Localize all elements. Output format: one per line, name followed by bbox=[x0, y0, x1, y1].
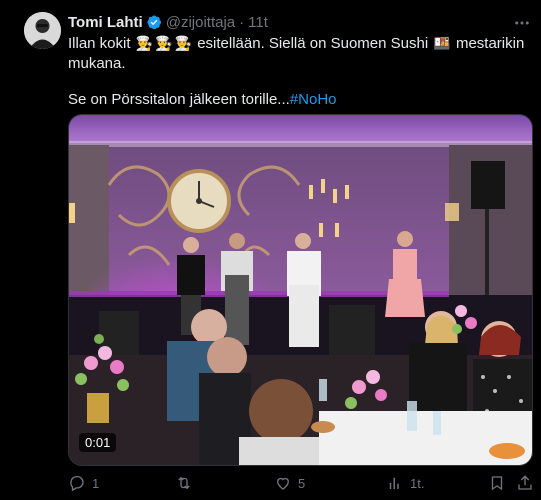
views-count: 1t. bbox=[410, 475, 425, 491]
tweet-text-segment: Illan kokit bbox=[68, 35, 131, 52]
retweet-button[interactable] bbox=[175, 474, 199, 492]
sushi-emoji-icon: 🍱 bbox=[433, 35, 451, 51]
tweet-text-segment: esitellään. Siellä on Suomen Sushi bbox=[197, 35, 429, 52]
verified-badge-icon bbox=[146, 14, 162, 30]
tweet-text-segment: mukana. bbox=[68, 55, 126, 72]
hashtag-link[interactable]: #NoHo bbox=[290, 91, 337, 108]
reply-icon bbox=[70, 475, 84, 492]
like-button[interactable]: 5 bbox=[274, 474, 305, 492]
bookmark-icon bbox=[491, 476, 503, 491]
chef-emoji-icon: 👨‍🍳 bbox=[135, 35, 154, 51]
separator-dot: · bbox=[239, 13, 245, 31]
tweet-actions: 1 5 1t. bbox=[68, 472, 532, 494]
video-timestamp: 0:01 bbox=[79, 433, 117, 452]
video-player[interactable]: 0:01 bbox=[68, 114, 533, 466]
author-handle[interactable]: @zijoittaja bbox=[166, 14, 235, 31]
chef-emoji-icon: 👨‍🍳 bbox=[174, 35, 193, 51]
avatar[interactable] bbox=[24, 12, 61, 49]
author-name[interactable]: Tomi Lahti bbox=[68, 14, 143, 31]
like-count: 5 bbox=[298, 475, 306, 491]
views-button[interactable]: 1t. bbox=[386, 474, 424, 492]
chef-emoji-icon: 👨‍🍳 bbox=[155, 35, 173, 51]
reply-button[interactable]: 1 bbox=[68, 474, 99, 492]
more-options-icon[interactable] bbox=[513, 14, 531, 32]
video-frame bbox=[69, 115, 532, 465]
reply-count: 1 bbox=[92, 475, 100, 491]
tweet-text-segment: mestarikin bbox=[455, 35, 525, 52]
tweet-time[interactable]: 11t bbox=[248, 14, 268, 31]
share-icon bbox=[518, 475, 532, 490]
tweet-header: Tomi Lahti @zijoittaja · 11t bbox=[68, 12, 529, 32]
retweet-icon bbox=[178, 476, 190, 490]
heart-icon bbox=[277, 477, 289, 490]
views-chart-icon bbox=[389, 477, 399, 489]
tweet[interactable]: Tomi Lahti @zijoittaja · 11t Illan kokit… bbox=[0, 0, 541, 500]
share-button[interactable] bbox=[516, 474, 534, 492]
bookmark-button[interactable] bbox=[488, 474, 506, 492]
tweet-text-segment: Se on Pörssitalon jälkeen torille... bbox=[68, 91, 290, 108]
tweet-text: Illan kokit 👨‍🍳 👨‍🍳 👨‍🍳 esitellään. Siellä… bbox=[68, 33, 528, 110]
